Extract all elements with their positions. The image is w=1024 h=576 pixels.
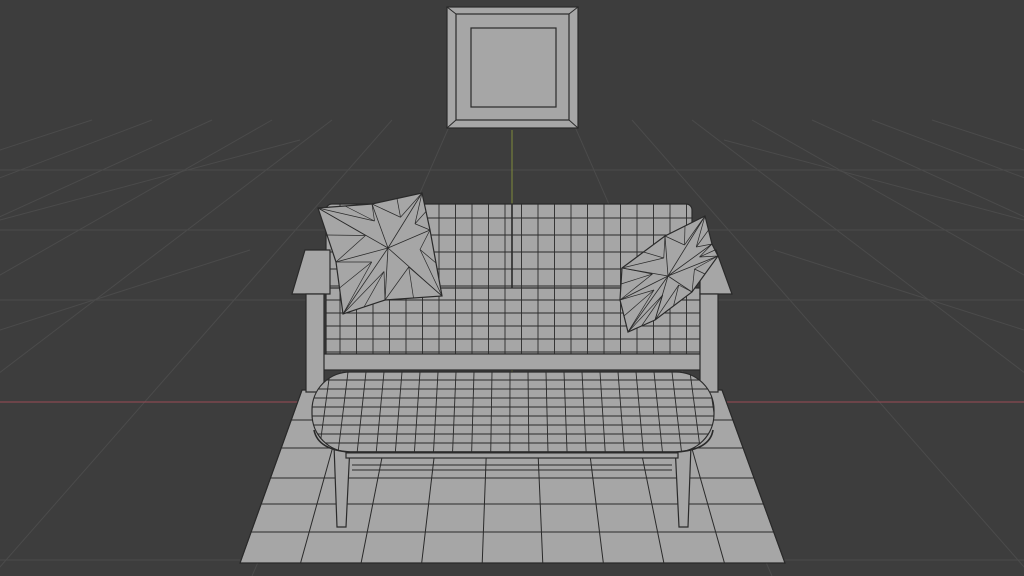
wire-edge (0, 119, 273, 276)
wire-edge (0, 139, 301, 221)
wire-edge (326, 234, 366, 236)
wire-edge (723, 139, 1024, 221)
wire-edge (0, 249, 251, 331)
wall-frame[interactable] (446, 6, 579, 129)
wire-edge (0, 119, 93, 151)
viewport-canvas (0, 6, 1024, 576)
wire-edge (751, 119, 1024, 276)
wire-edge (684, 225, 686, 246)
wire-edge (871, 119, 1024, 179)
wire-edge (0, 119, 153, 179)
wire-edge (931, 119, 1024, 151)
wire-edge (773, 249, 1024, 331)
3d-viewport[interactable] (0, 0, 1024, 576)
